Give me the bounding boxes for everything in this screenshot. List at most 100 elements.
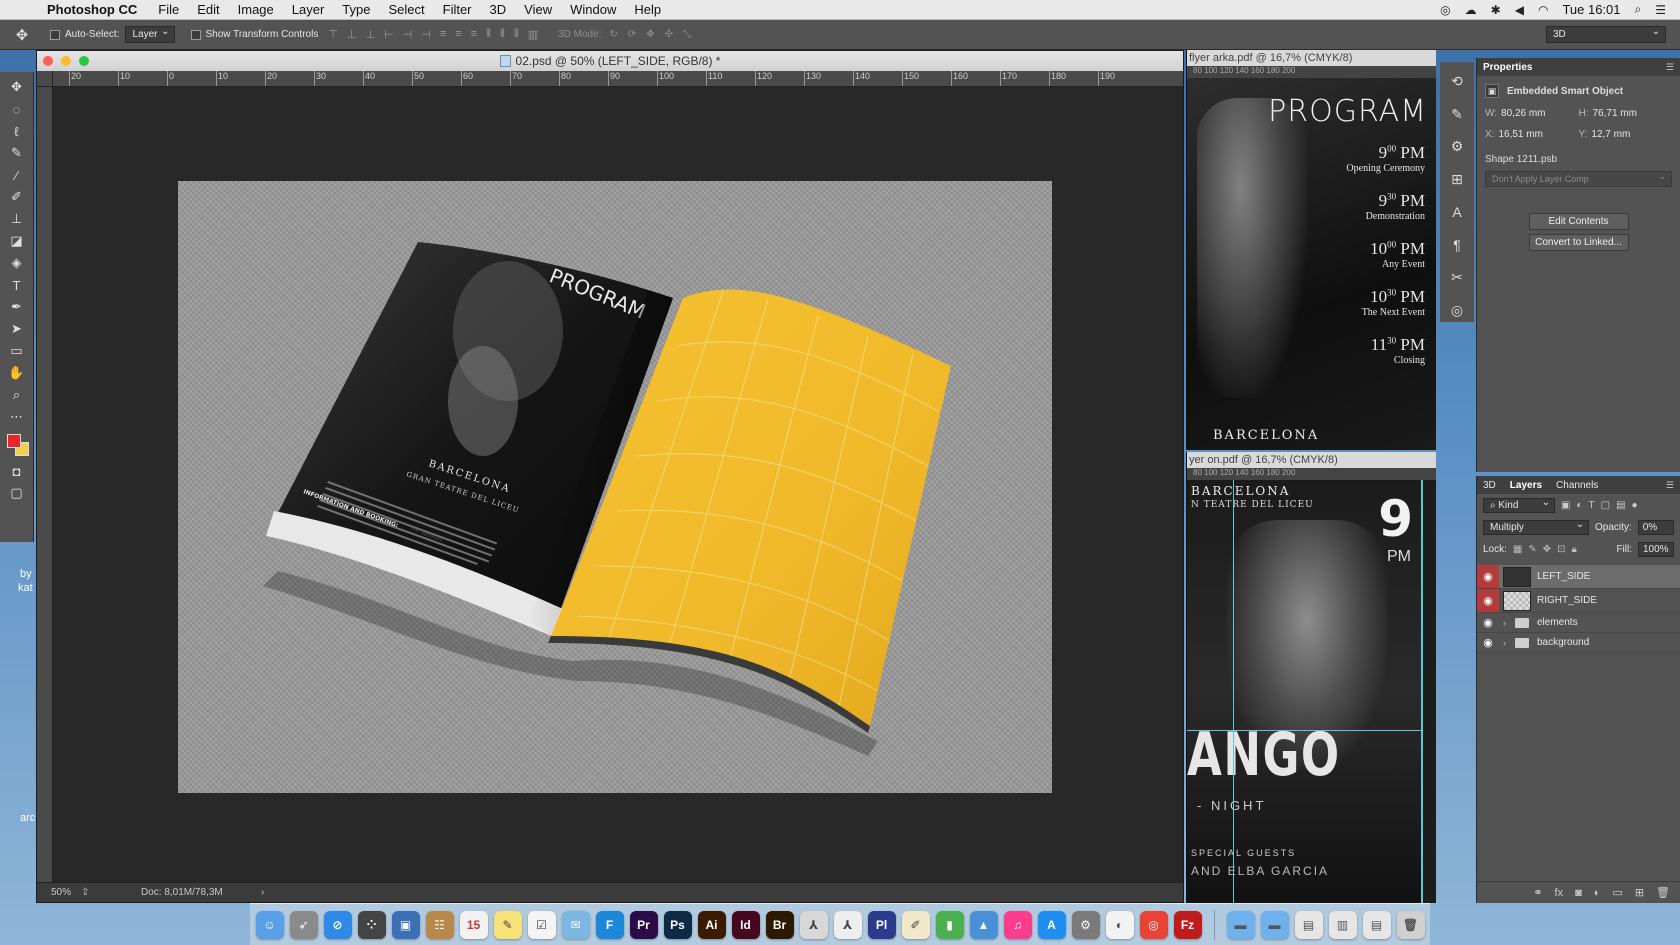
ruler-origin[interactable] bbox=[37, 71, 53, 87]
visibility-eye-icon[interactable]: ◉ bbox=[1477, 565, 1499, 588]
tool-presets-icon[interactable]: ✂ bbox=[1451, 267, 1463, 290]
menu-help[interactable]: Help bbox=[625, 2, 670, 17]
history-icon[interactable]: ⟲ bbox=[1451, 70, 1463, 93]
visibility-eye-icon[interactable]: ◉ bbox=[1477, 633, 1499, 652]
3d-rotate-icon[interactable]: ↻ bbox=[609, 29, 617, 40]
reminders-icon[interactable]: ☑ bbox=[527, 910, 556, 939]
align-hcenter-icon[interactable]: ⊣ bbox=[403, 28, 413, 41]
illustrator-icon[interactable]: Ai bbox=[697, 910, 726, 939]
tab-properties[interactable]: Properties bbox=[1483, 62, 1532, 73]
x-field[interactable]: X: 16,51 mm bbox=[1485, 129, 1579, 140]
acrobat2-icon[interactable]: ⅄ bbox=[833, 910, 862, 939]
menu-view[interactable]: View bbox=[515, 2, 561, 17]
finder-icon[interactable]: ☺ bbox=[255, 910, 284, 939]
move-tool-icon[interactable]: ✥ bbox=[4, 76, 30, 98]
keynote-icon[interactable]: ▲ bbox=[969, 910, 998, 939]
visibility-eye-icon[interactable]: ◉ bbox=[1477, 613, 1499, 632]
libraries-icon[interactable]: ◎ bbox=[1451, 299, 1463, 322]
lasso-tool-icon[interactable]: ℓ bbox=[4, 120, 30, 142]
document-icon[interactable]: ▤ bbox=[1362, 910, 1391, 939]
chrome-icon[interactable]: ◎ bbox=[1139, 910, 1168, 939]
x-value[interactable]: 16,51 mm bbox=[1498, 129, 1542, 140]
paragraph-icon[interactable]: ¶ bbox=[1453, 234, 1461, 257]
menu-window[interactable]: Window bbox=[561, 2, 625, 17]
height-value[interactable]: 76,71 mm bbox=[1593, 108, 1637, 119]
link-layers-icon[interactable]: ⚭ bbox=[1533, 886, 1542, 899]
layer-name[interactable]: LEFT_SIDE bbox=[1537, 571, 1590, 582]
adjustment-layer-icon[interactable]: ◐ bbox=[1594, 887, 1601, 899]
calendar-icon[interactable]: 15 bbox=[459, 910, 488, 939]
minimize-button[interactable] bbox=[61, 56, 71, 66]
apps-icon[interactable]: ⁘ bbox=[357, 910, 386, 939]
brush-presets-icon[interactable]: ✎ bbox=[1451, 103, 1463, 126]
bridge-icon[interactable]: Br bbox=[765, 910, 794, 939]
menu-3d[interactable]: 3D bbox=[481, 2, 516, 17]
folder-icon[interactable]: ▬ bbox=[1260, 910, 1289, 939]
document-info[interactable]: Doc: 8,01M/78,3M bbox=[141, 887, 261, 898]
menu-image[interactable]: Image bbox=[229, 2, 283, 17]
itunes-icon[interactable]: ♫ bbox=[1003, 910, 1032, 939]
creative-cloud-icon[interactable]: ◎ bbox=[1440, 3, 1450, 17]
layers-menu-icon[interactable]: ☰ bbox=[1666, 480, 1674, 491]
filter-toggle-icon[interactable]: ● bbox=[1632, 500, 1638, 511]
menu-file[interactable]: File bbox=[149, 2, 188, 17]
paint-bucket-tool-icon[interactable]: ◈ bbox=[4, 252, 30, 274]
distribute-hcenter-icon[interactable]: ⦀ bbox=[500, 28, 505, 41]
rectangle-tool-icon[interactable]: ▭ bbox=[4, 340, 30, 362]
pen-tool-icon[interactable]: ✒ bbox=[4, 296, 30, 318]
lock-position-icon[interactable]: ✥ bbox=[1543, 544, 1551, 555]
y-value[interactable]: 12,7 mm bbox=[1591, 129, 1630, 140]
align-vcenter-icon[interactable]: ⊥ bbox=[347, 28, 357, 41]
cloud-sync-icon[interactable]: ☁ bbox=[1465, 3, 1477, 17]
layer-group-row[interactable]: ◉ › elements bbox=[1477, 613, 1680, 633]
expand-arrow-icon[interactable]: › bbox=[1503, 618, 1513, 628]
distribute-top-icon[interactable]: ≡ bbox=[440, 28, 446, 41]
adjustments-icon[interactable]: ⚙ bbox=[1451, 136, 1464, 159]
volume-icon[interactable]: ◀ bbox=[1515, 3, 1524, 17]
filter-smart-icon[interactable]: ▤ bbox=[1616, 500, 1625, 511]
character-icon[interactable]: A bbox=[1452, 201, 1461, 224]
canvas-area[interactable]: PROGRAM BARCELONA GRAN TEATRE DEL LICEU … bbox=[53, 87, 1183, 882]
workspace-switcher[interactable]: 3D bbox=[1546, 26, 1666, 43]
status-arrow-icon[interactable]: › bbox=[261, 887, 264, 898]
distribute-center-icon[interactable]: ≡ bbox=[455, 28, 461, 41]
new-layer-icon[interactable]: ⊞ bbox=[1635, 886, 1644, 899]
cyberduck-icon[interactable]: ◐ bbox=[1105, 910, 1134, 939]
indesign-icon[interactable]: Id bbox=[731, 910, 760, 939]
notification-center-icon[interactable]: ☰ bbox=[1655, 3, 1666, 17]
trash-icon[interactable]: 🗑︎ bbox=[1396, 910, 1425, 939]
flyer-on-title[interactable]: yer on.pdf @ 16,7% (CMYK/8) bbox=[1187, 452, 1436, 468]
folder-icon[interactable]: ▬ bbox=[1226, 910, 1255, 939]
align-bottom-icon[interactable]: ⊥ bbox=[366, 28, 376, 41]
y-field[interactable]: Y: 12,7 mm bbox=[1579, 129, 1673, 140]
zoom-level[interactable]: 50% bbox=[37, 887, 81, 898]
layer-comp-dropdown[interactable]: Don't Apply Layer Comp bbox=[1485, 171, 1672, 187]
document-icon[interactable]: ▤ bbox=[1294, 910, 1323, 939]
layer-kind-filter[interactable]: ⌕ Kind bbox=[1483, 497, 1555, 513]
expand-arrow-icon[interactable]: › bbox=[1503, 638, 1513, 648]
vertical-ruler[interactable] bbox=[37, 87, 53, 882]
distribute-left-icon[interactable]: ⦀ bbox=[486, 28, 491, 41]
filter-pixel-icon[interactable]: ▣ bbox=[1561, 500, 1570, 511]
eraser-tool-icon[interactable]: ◪ bbox=[4, 230, 30, 252]
convert-to-linked-button[interactable]: Convert to Linked... bbox=[1528, 234, 1629, 251]
align-left-icon[interactable]: ⊢ bbox=[384, 28, 394, 41]
preview-icon[interactable]: ▣ bbox=[391, 910, 420, 939]
tab-layers[interactable]: Layers bbox=[1510, 480, 1542, 491]
zoom-tool-icon[interactable]: ⌕ bbox=[4, 384, 30, 406]
menu-layer[interactable]: Layer bbox=[283, 2, 334, 17]
layer-name[interactable]: RIGHT_SIDE bbox=[1537, 595, 1597, 606]
document-titlebar[interactable]: 02.psd @ 50% (LEFT_SIDE, RGB/8) * bbox=[37, 51, 1183, 71]
close-button[interactable] bbox=[43, 56, 53, 66]
blend-mode-dropdown[interactable]: Multiply bbox=[1483, 519, 1589, 535]
appstore-icon[interactable]: A bbox=[1037, 910, 1066, 939]
clone-source-icon[interactable]: ⊞ bbox=[1451, 168, 1463, 191]
width-field[interactable]: W: 80,26 mm bbox=[1485, 108, 1579, 119]
share-icon[interactable]: ⇪ bbox=[81, 887, 141, 898]
hand-tool-icon[interactable]: ✋ bbox=[4, 362, 30, 384]
move-tool-icon[interactable]: ✥ bbox=[0, 26, 44, 44]
path-select-tool-icon[interactable]: ➤ bbox=[4, 318, 30, 340]
auto-select-checkbox[interactable] bbox=[50, 29, 60, 40]
width-value[interactable]: 80,26 mm bbox=[1501, 108, 1545, 119]
more-tools-icon[interactable]: ⋯ bbox=[4, 406, 30, 428]
